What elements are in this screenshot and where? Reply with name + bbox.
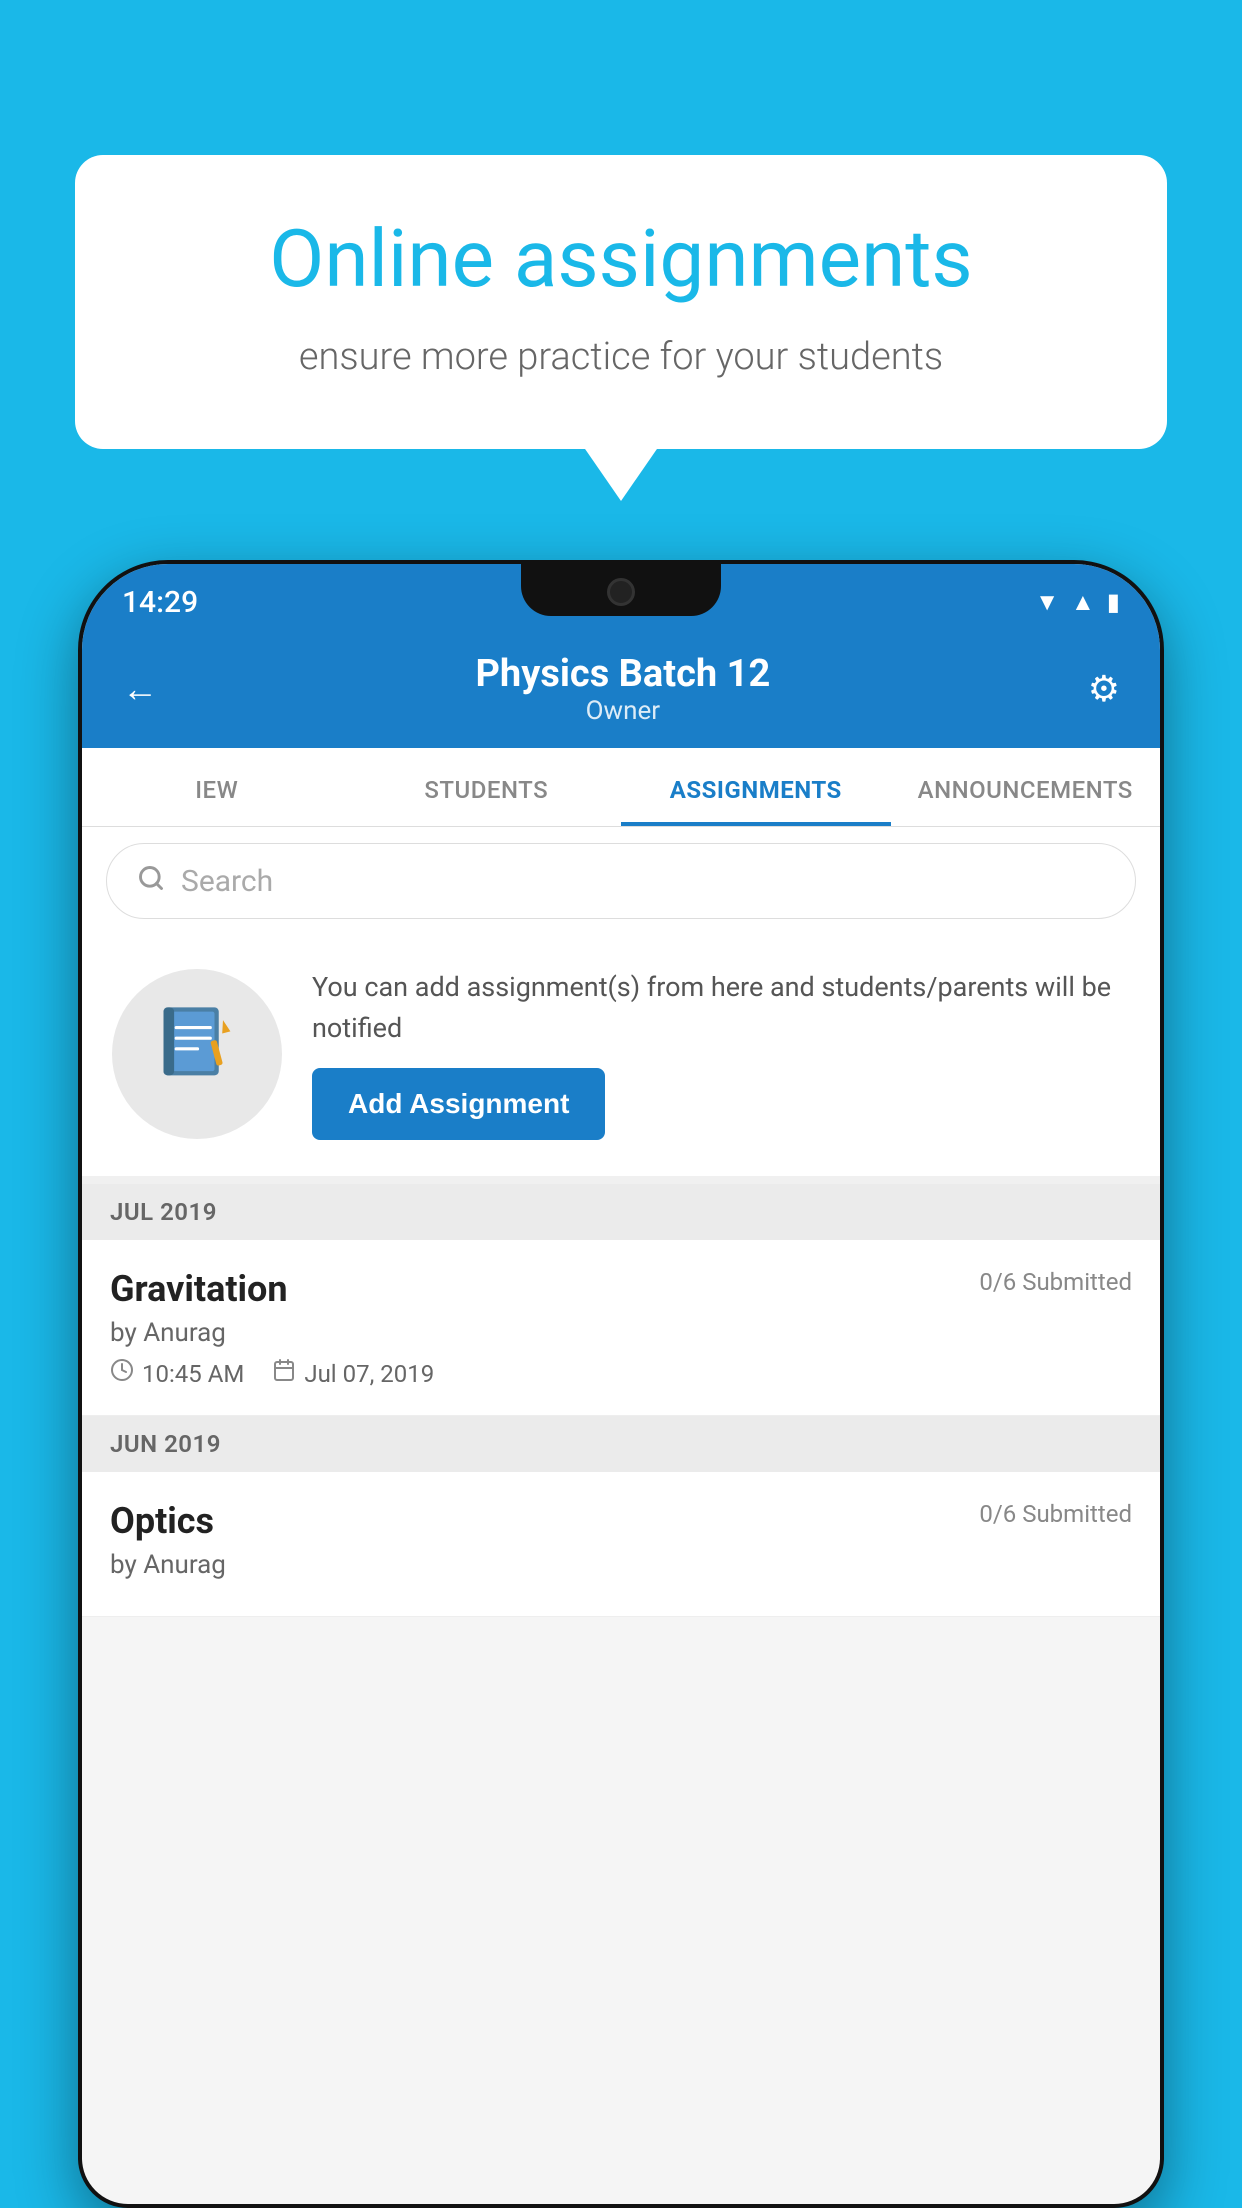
wifi-icon: ▼: [1035, 588, 1059, 617]
tab-iew[interactable]: IEW: [82, 748, 352, 826]
batch-role: Owner: [475, 696, 770, 726]
status-time: 14:29: [122, 585, 198, 620]
notebook-icon: [155, 1001, 240, 1106]
settings-icon[interactable]: ⚙: [1088, 668, 1120, 710]
batch-name: Physics Batch 12: [475, 652, 770, 696]
search-placeholder: Search: [181, 864, 273, 899]
assignment-author: by Anurag: [110, 1318, 1132, 1348]
speech-bubble-container: Online assignments ensure more practice …: [75, 155, 1167, 449]
phone-inner: 14:29 ▼ ▲ ▮ ← Physics Batch 12 Owner ⚙ I…: [82, 564, 1160, 2204]
assignment-item-optics[interactable]: Optics 0/6 Submitted by Anurag: [82, 1472, 1160, 1617]
promo-description: You can add assignment(s) from here and …: [312, 967, 1130, 1048]
front-camera: [607, 578, 635, 606]
assignment-item-gravitation[interactable]: Gravitation 0/6 Submitted by Anurag 10:4…: [82, 1240, 1160, 1416]
tab-students[interactable]: STUDENTS: [352, 748, 622, 826]
phone-notch: [521, 564, 721, 616]
meta-date: Jul 07, 2019: [272, 1358, 434, 1389]
tabs-bar: IEW STUDENTS ASSIGNMENTS ANNOUNCEMENTS: [82, 748, 1160, 827]
bubble-title: Online assignments: [155, 215, 1087, 303]
meta-time: 10:45 AM: [110, 1358, 244, 1389]
add-assignment-button[interactable]: Add Assignment: [312, 1068, 605, 1140]
assignment-title-optics: Optics: [110, 1500, 214, 1542]
month-separator-jul: JUL 2019: [82, 1184, 1160, 1240]
search-bar[interactable]: Search: [106, 843, 1136, 919]
month-separator-jun: JUN 2019: [82, 1416, 1160, 1472]
bubble-subtitle: ensure more practice for your students: [155, 331, 1087, 384]
app-header: ← Physics Batch 12 Owner ⚙: [82, 632, 1160, 748]
status-icons: ▼ ▲ ▮: [1035, 588, 1120, 617]
search-icon: [137, 862, 165, 900]
assignment-header: Gravitation 0/6 Submitted: [110, 1268, 1132, 1310]
assignment-submitted-optics: 0/6 Submitted: [979, 1500, 1132, 1528]
clock-icon: [110, 1358, 134, 1389]
assignment-author-optics: by Anurag: [110, 1550, 1132, 1580]
phone-frame: 14:29 ▼ ▲ ▮ ← Physics Batch 12 Owner ⚙ I…: [78, 560, 1164, 2208]
assignment-title: Gravitation: [110, 1268, 288, 1310]
tab-announcements[interactable]: ANNOUNCEMENTS: [891, 748, 1161, 826]
assignment-time: 10:45 AM: [142, 1360, 244, 1388]
back-button[interactable]: ←: [122, 668, 158, 710]
search-container: Search: [82, 827, 1160, 935]
promo-icon-circle: [112, 969, 282, 1139]
assignment-date: Jul 07, 2019: [304, 1360, 434, 1388]
battery-icon: ▮: [1107, 588, 1120, 616]
assignment-submitted: 0/6 Submitted: [979, 1268, 1132, 1296]
assignment-header-optics: Optics 0/6 Submitted: [110, 1500, 1132, 1542]
signal-icon: ▲: [1071, 588, 1095, 617]
promo-text-area: You can add assignment(s) from here and …: [312, 967, 1130, 1140]
tab-assignments[interactable]: ASSIGNMENTS: [621, 748, 891, 826]
promo-section: You can add assignment(s) from here and …: [82, 935, 1160, 1184]
header-title-area: Physics Batch 12 Owner: [475, 652, 770, 726]
speech-bubble: Online assignments ensure more practice …: [75, 155, 1167, 449]
assignment-meta: 10:45 AM Jul 07, 2019: [110, 1358, 1132, 1389]
calendar-icon: [272, 1358, 296, 1389]
